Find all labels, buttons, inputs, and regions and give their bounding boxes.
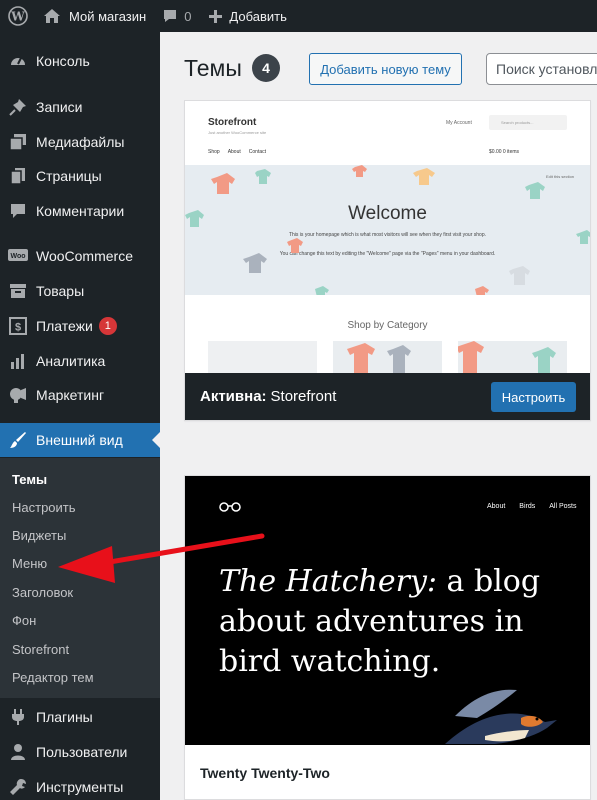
storefront-screenshot: Storefront Just another WooCommerce site…	[185, 101, 590, 373]
preview-category-2	[333, 341, 442, 373]
active-indicator	[152, 432, 160, 448]
comments-link[interactable]: 0	[146, 0, 191, 32]
appearance-submenu: Темы Настроить Виджеты Меню Заголовок Фо…	[0, 458, 160, 698]
binoculars-logo-icon	[219, 502, 241, 512]
shirt-illustration	[347, 343, 411, 373]
theme-card-twenty-twenty-two[interactable]: About Birds All Posts The Hatchery: a blog…	[184, 475, 591, 800]
menu-tools[interactable]: Инструменты	[0, 770, 160, 800]
svg-text:W: W	[10, 10, 25, 24]
plus-icon	[209, 9, 223, 23]
submenu-theme-editor[interactable]: Редактор тем	[12, 670, 94, 685]
dollar-icon: $	[0, 317, 36, 335]
site-name-link[interactable]: Мой магазин	[35, 0, 146, 32]
submenu-widgets[interactable]: Виджеты	[12, 528, 66, 543]
submenu-header[interactable]: Заголовок	[12, 585, 73, 600]
add-new-label: Добавить	[229, 8, 287, 24]
menu-pages[interactable]: Страницы	[0, 159, 160, 193]
menu-posts[interactable]: Записи	[0, 90, 160, 124]
preview-category-3	[456, 341, 567, 373]
comments-count: 0	[184, 8, 192, 24]
preview-logo: Storefront	[208, 117, 257, 128]
menu-dashboard[interactable]: Консоль	[0, 44, 160, 78]
bird-illustration	[445, 689, 557, 744]
theme-card-storefront[interactable]: Storefront Just another WooCommerce site…	[184, 100, 591, 421]
menu-products[interactable]: Товары	[0, 274, 160, 308]
pin-icon	[0, 98, 36, 116]
woo-icon: Woo	[0, 248, 36, 264]
submenu-menus[interactable]: Меню	[12, 556, 47, 571]
admin-sidebar: Консоль Записи Медиафайлы Страницы Комме…	[0, 32, 160, 800]
svg-text:Woo: Woo	[10, 253, 25, 260]
menu-analytics[interactable]: Аналитика	[0, 344, 160, 378]
home-icon	[44, 9, 60, 23]
preview-nav-tt: About Birds All Posts	[487, 503, 577, 510]
customize-button[interactable]: Настроить	[491, 382, 576, 412]
preview-account: My Account	[446, 120, 472, 126]
preview-nav: Shop About Contact	[208, 149, 266, 155]
admin-bar: W Мой магазин 0 Добавить	[0, 0, 597, 32]
users-icon	[0, 743, 36, 761]
menu-marketing[interactable]: Маркетинг	[0, 378, 160, 412]
theme-name-tt: Twenty Twenty-Two	[185, 745, 590, 799]
theme-count-badge: 4	[252, 54, 280, 82]
bar-chart-icon	[0, 352, 36, 370]
menu-woocommerce[interactable]: Woo WooCommerce	[0, 239, 160, 273]
preview-headline: The Hatchery: a blog about adventures in…	[219, 564, 541, 679]
submenu-themes[interactable]: Темы	[12, 472, 47, 487]
pages-icon	[0, 167, 36, 185]
submenu-storefront[interactable]: Storefront	[12, 642, 69, 657]
menu-media[interactable]: Медиафайлы	[0, 125, 160, 159]
twenty-twenty-two-screenshot: About Birds All Posts The Hatchery: a blog…	[185, 476, 590, 745]
add-new-link[interactable]: Добавить	[191, 0, 287, 32]
active-label: Активна:	[200, 388, 267, 405]
submenu-customize[interactable]: Настроить	[12, 500, 76, 515]
theme-name: Storefront	[270, 388, 337, 405]
add-new-theme-button[interactable]: Добавить новую тему	[309, 53, 462, 85]
plugin-icon	[0, 708, 36, 726]
clothing-illustrations	[185, 165, 590, 295]
wordpress-logo-button[interactable]: W	[0, 0, 35, 32]
menu-appearance[interactable]: Внешний вид	[0, 423, 160, 457]
archive-icon	[0, 283, 36, 299]
theme-search-input[interactable]: Поиск установленных тем...	[486, 53, 597, 85]
wrench-icon	[0, 778, 36, 796]
dashboard-icon	[0, 52, 36, 70]
preview-search: Search products...	[489, 115, 567, 130]
brush-icon	[0, 431, 36, 449]
shirt-illustration-2	[456, 341, 556, 373]
site-name: Мой магазин	[69, 8, 147, 24]
megaphone-icon	[0, 386, 36, 404]
comment-icon	[0, 202, 36, 220]
svg-text:$: $	[15, 322, 21, 334]
preview-category-title: Shop by Category	[347, 320, 428, 331]
preview-tagline: Just another WooCommerce site	[208, 130, 267, 135]
page-title: Темы	[184, 55, 242, 81]
menu-plugins[interactable]: Плагины	[0, 700, 160, 734]
menu-payments[interactable]: $ Платежи 1	[0, 309, 160, 343]
wordpress-icon: W	[7, 6, 28, 26]
menu-users[interactable]: Пользователи	[0, 735, 160, 769]
payments-badge: 1	[98, 317, 117, 335]
preview-category-1	[208, 341, 317, 373]
menu-comments[interactable]: Комментарии	[0, 194, 160, 228]
comment-bubble-icon	[164, 10, 177, 22]
preview-hero: Edit this section Welcome This is your h…	[185, 165, 590, 295]
submenu-background[interactable]: Фон	[12, 613, 36, 628]
media-icon	[0, 133, 36, 151]
preview-cart: $0.00 0 items	[489, 149, 520, 155]
